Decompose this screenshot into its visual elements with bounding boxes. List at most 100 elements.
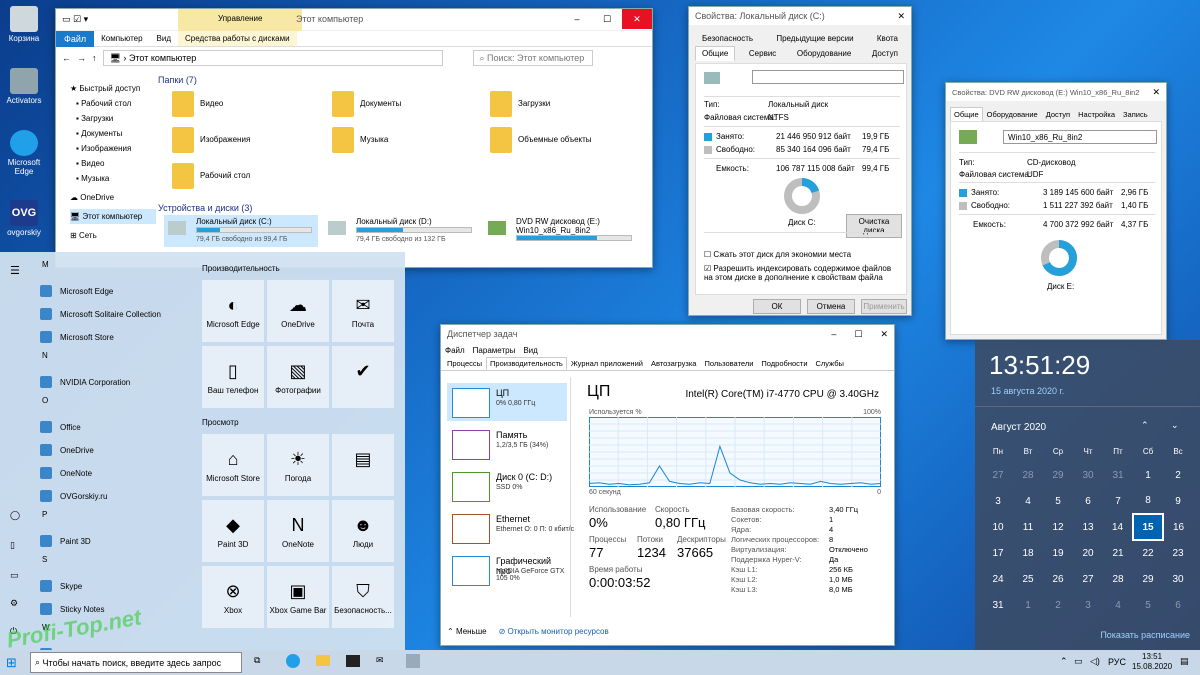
letter-header[interactable]: O (42, 396, 48, 405)
app-list-item[interactable]: NVIDIA Corporation (38, 373, 188, 393)
start-tile[interactable]: ▧ Фотографии (267, 346, 329, 408)
chevron-down-icon[interactable]: ⌄ (1171, 420, 1179, 431)
compress-checkbox[interactable]: ☐ Сжать этот диск для экономии места (704, 250, 900, 259)
calendar-day[interactable]: 31 (983, 592, 1013, 618)
ribbon-tab-disk-tools[interactable]: Средства работы с дисками (178, 31, 297, 46)
calendar-day[interactable]: 31 (1103, 462, 1133, 488)
calendar-day[interactable]: 6 (1163, 592, 1193, 618)
calendar-day[interactable]: 4 (1013, 488, 1043, 514)
calendar-day[interactable]: 17 (983, 540, 1013, 566)
notifications-icon[interactable]: ▤ (1180, 656, 1189, 667)
language-indicator[interactable]: РУС (1108, 657, 1126, 667)
start-tile[interactable]: ◐ Microsoft Edge (202, 280, 264, 342)
letter-header[interactable]: P (42, 510, 47, 519)
ribbon-tab-file[interactable]: Файл (56, 30, 95, 47)
desktop-icon-recycle[interactable]: Корзина (4, 6, 44, 43)
start-tile[interactable]: ▣ Xbox Game Bar (267, 566, 329, 628)
tab-0[interactable]: Общие (950, 107, 983, 122)
folder-item[interactable]: Документы (332, 89, 482, 123)
drive-item[interactable]: Локальный диск (D:) 79,4 ГБ свободно из 1… (324, 215, 478, 247)
calendar-day[interactable]: 4 (1103, 592, 1133, 618)
calendar-day[interactable]: 20 (1073, 540, 1103, 566)
tab-6[interactable]: Доступ (865, 46, 905, 61)
calendar-day[interactable]: 30 (1163, 566, 1193, 592)
start-tile[interactable]: N OneNote (267, 500, 329, 562)
calendar-day[interactable]: 25 (1013, 566, 1043, 592)
calendar-day[interactable]: 6 (1073, 488, 1103, 514)
cancel-button[interactable]: Отмена (807, 299, 855, 314)
calendar-day[interactable]: 2 (1163, 462, 1193, 488)
folder-item[interactable]: Рабочий стол (172, 161, 322, 195)
start-tile[interactable]: ☁ OneDrive (267, 280, 329, 342)
calendar-day[interactable]: 10 (983, 514, 1013, 540)
mail-taskbar-icon[interactable]: ✉ (376, 655, 384, 666)
tab-3[interactable]: Настройка (1074, 107, 1119, 122)
volume-icon[interactable]: ◁) (1090, 656, 1100, 667)
desktop-icon-activators[interactable]: Activators (4, 68, 44, 105)
edge-taskbar-icon[interactable] (286, 654, 300, 668)
calendar-day[interactable]: 11 (1013, 514, 1043, 540)
chevron-up-icon[interactable]: ⌃ (1141, 420, 1149, 431)
ok-button[interactable]: ОК (753, 299, 801, 314)
start-tile[interactable]: ⛉ Безопасность... (332, 566, 394, 628)
desktop-icon-edge[interactable]: Microsoft Edge (4, 130, 44, 176)
taskmgr-taskbar-icon[interactable] (406, 654, 420, 668)
calendar-day[interactable]: 7 (1103, 488, 1133, 514)
tm-tab[interactable]: Подробности (757, 357, 811, 370)
explorer-taskbar-icon[interactable] (316, 655, 330, 666)
devices-header[interactable]: Устройства и диски (3) (158, 203, 648, 213)
tab-3[interactable]: Общие (695, 46, 736, 61)
tab-0[interactable]: Безопасность (695, 31, 760, 46)
nav-onedrive[interactable]: ☁ OneDrive (70, 190, 156, 205)
start-tile[interactable]: ▯ Ваш телефон (202, 346, 264, 408)
up-arrow-icon[interactable]: ↑ (92, 53, 97, 63)
back-arrow-icon[interactable]: ← (62, 53, 71, 63)
tab-2[interactable]: Доступ (1042, 107, 1074, 122)
tab-5[interactable]: Оборудование (790, 46, 858, 61)
apply-button[interactable]: Применить (861, 299, 907, 314)
maximize-button[interactable]: ☐ (854, 329, 862, 340)
drive-label-input[interactable]: Win10_x86_Ru_8in2 (1003, 130, 1157, 144)
app-list-item[interactable]: Microsoft Solitaire Collection (38, 305, 188, 325)
settings-icon[interactable]: ⚙ (10, 598, 18, 609)
calendar-day[interactable]: 18 (1013, 540, 1043, 566)
start-tile[interactable]: ✉ Почта (332, 280, 394, 342)
maximize-button[interactable]: ☐ (592, 9, 622, 29)
address-bar[interactable]: 🖥 › Этот компьютер (102, 50, 443, 66)
store-taskbar-icon[interactable] (346, 655, 360, 667)
tab-2[interactable]: Квота (870, 31, 905, 46)
calendar-day[interactable]: 13 (1073, 514, 1103, 540)
calendar-day[interactable]: 1 (1013, 592, 1043, 618)
clock-date[interactable]: 15 августа 2020 г. (991, 386, 1064, 396)
folder-item[interactable]: Изображения (172, 125, 322, 159)
calendar-month[interactable]: Август 2020 (991, 422, 1046, 433)
tile-group-productivity[interactable]: Производительность (202, 264, 280, 273)
drive-label-input[interactable] (752, 70, 904, 84)
calendar-day[interactable]: 12 (1043, 514, 1073, 540)
start-tile[interactable]: ⌂ Microsoft Store (202, 434, 264, 496)
close-button[interactable]: ✕ (1152, 87, 1160, 98)
nav-pictures[interactable]: ▪ Изображения (70, 141, 156, 156)
calendar-day[interactable]: 15 (1132, 513, 1164, 541)
calendar-day[interactable]: 16 (1163, 514, 1193, 540)
nav-videos[interactable]: ▪ Видео (70, 156, 156, 171)
desktop-icon-ovgorskiy[interactable]: OVG ovgorskiy (4, 200, 44, 237)
hamburger-icon[interactable]: ☰ (10, 264, 20, 277)
nav-this-pc[interactable]: 🖥 Этот компьютер (70, 209, 156, 224)
start-button[interactable]: ⊞ (6, 655, 17, 671)
perf-sidebar-item[interactable]: ЦП 0% 0,80 ГГц (447, 383, 567, 421)
tm-tab[interactable]: Службы (812, 357, 848, 370)
calendar-day[interactable]: 3 (1073, 592, 1103, 618)
index-checkbox[interactable]: ☑ Разрешить индексировать содержимое фай… (704, 264, 894, 282)
calendar-day[interactable]: 19 (1043, 540, 1073, 566)
close-button[interactable]: ✕ (880, 329, 888, 340)
drive-item[interactable]: Локальный диск (C:) 79,4 ГБ свободно из 9… (164, 215, 318, 247)
network-icon[interactable]: ▭ (1074, 656, 1083, 667)
calendar-day[interactable]: 14 (1103, 514, 1133, 540)
folder-item[interactable]: Видео (172, 89, 322, 123)
search-input[interactable]: ⌕ Поиск: Этот компьютер (472, 50, 593, 66)
calendar-day[interactable]: 9 (1163, 488, 1193, 514)
ribbon-tab-computer[interactable]: Компьютер (94, 31, 149, 46)
start-tile[interactable]: ✔ (332, 346, 394, 408)
app-list-item[interactable]: Paint 3D (38, 532, 188, 552)
